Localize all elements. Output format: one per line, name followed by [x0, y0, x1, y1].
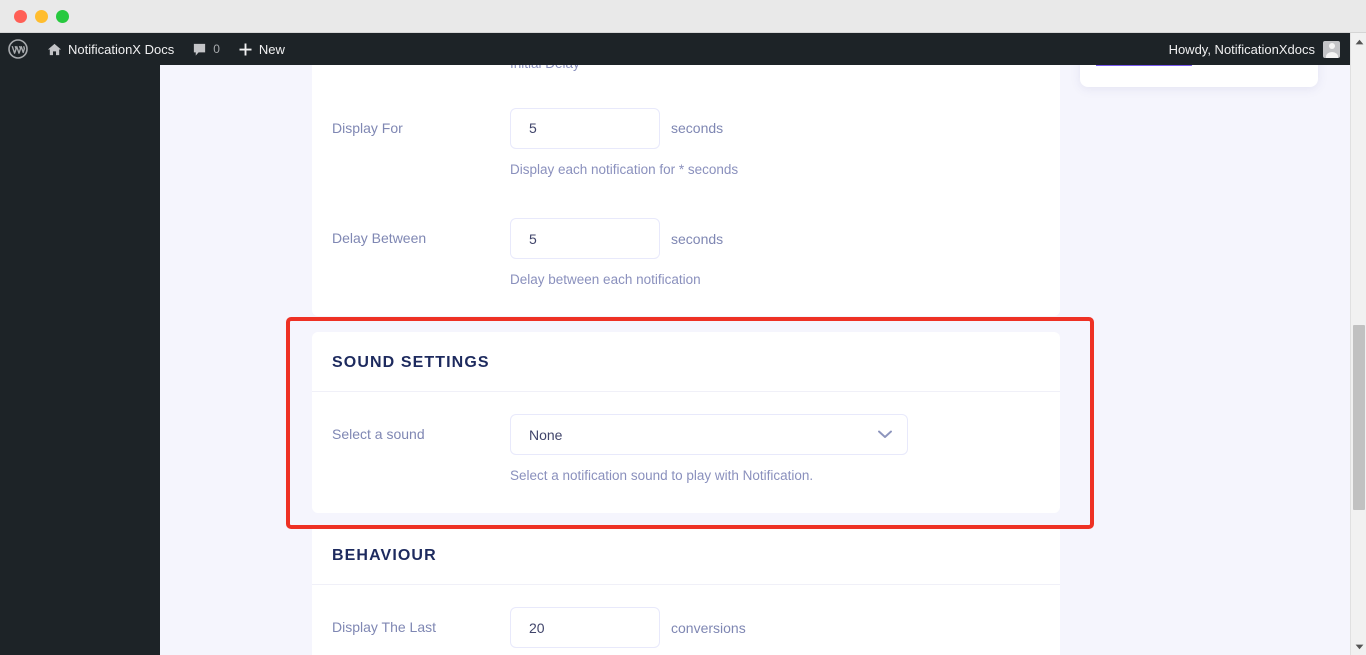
comment-bubble-icon — [192, 42, 207, 57]
select-sound-control: None Select a notification sound to play… — [510, 414, 1060, 485]
sound-settings-body: Select a sound None Select a notificatio… — [312, 392, 1060, 511]
display-the-last-row: Display The Last conversions — [312, 607, 1060, 648]
display-the-last-unit: conversions — [671, 619, 746, 636]
notification-preview-card: Increase Sales in 2020 — [1080, 65, 1318, 87]
user-avatar-icon — [1323, 40, 1340, 58]
delay-between-row: Delay Between seconds Delay between each… — [312, 178, 1060, 289]
delay-between-label: Delay Between — [332, 230, 427, 247]
delay-between-input[interactable] — [510, 218, 660, 260]
behaviour-card: BEHAVIOUR Display The Last conversions — [312, 525, 1060, 655]
traffic-lights — [14, 10, 69, 23]
display-for-control: seconds Display each notification for * … — [510, 107, 1060, 179]
display-the-last-control: conversions — [510, 607, 1060, 648]
home-icon — [47, 42, 62, 57]
initial-delay-help: Initial Delay — [510, 65, 1060, 73]
wp-admin-menu-sidebar[interactable] — [0, 65, 160, 655]
window-maximize-button[interactable] — [56, 10, 69, 23]
site-name-label: NotificationX Docs — [68, 41, 175, 57]
behaviour-header: BEHAVIOUR — [312, 525, 1060, 585]
select-sound-dropdown[interactable]: None — [510, 414, 908, 455]
plus-icon — [238, 42, 253, 57]
wordpress-logo-icon — [8, 39, 28, 59]
section-gap-top — [312, 289, 1060, 314]
delay-between-unit: seconds — [671, 230, 724, 247]
my-account-menu[interactable]: Howdy, NotificationXdocs — [1169, 33, 1366, 65]
initial-delay-control: Initial Delay — [510, 65, 1060, 73]
sound-settings-card: SOUND SETTINGS Select a sound None Selec… — [312, 332, 1060, 513]
settings-content-column: Initial Delay Display For seconds Displa… — [312, 65, 1060, 316]
vertical-scrollbar[interactable] — [1350, 33, 1366, 655]
preview-card-trailing: in 2020 — [1192, 65, 1244, 68]
behaviour-title: BEHAVIOUR — [332, 547, 437, 564]
sound-settings-title: SOUND SETTINGS — [332, 354, 490, 371]
display-for-label: Display For — [332, 119, 403, 136]
display-for-row: Display For seconds Display each notific… — [312, 73, 1060, 179]
display-for-unit: seconds — [671, 120, 724, 137]
display-the-last-input[interactable] — [510, 607, 660, 648]
comments-count: 0 — [213, 42, 220, 56]
window-titlebar — [0, 0, 1366, 33]
select-sound-value: None — [510, 414, 908, 455]
window-minimize-button[interactable] — [35, 10, 48, 23]
window-close-button[interactable] — [14, 10, 27, 23]
howdy-label: Howdy, NotificationXdocs — [1168, 41, 1315, 57]
select-sound-help: Select a notification sound to play with… — [510, 468, 814, 483]
behaviour-body: Display The Last conversions — [312, 585, 1060, 655]
new-content-label: New — [258, 41, 285, 57]
display-for-help: Display each notification for * seconds — [510, 161, 739, 177]
delay-between-help: Delay between each notification — [510, 272, 701, 288]
initial-delay-row: Initial Delay — [312, 65, 1060, 73]
scroll-down-arrow-icon[interactable] — [1351, 638, 1366, 655]
wp-logo-menu[interactable] — [0, 33, 38, 65]
preview-card-text: Increase Sales in 2020 — [1096, 65, 1302, 71]
wp-admin-bar: NotificationX Docs 0 New Howdy, Notifica… — [0, 33, 1366, 65]
select-sound-label: Select a sound — [332, 426, 425, 442]
scroll-thumb[interactable] — [1353, 325, 1365, 510]
sound-settings-header: SOUND SETTINGS — [312, 332, 1060, 392]
preview-card-link[interactable]: Increase Sales — [1096, 65, 1192, 68]
new-content-menu[interactable]: New — [229, 33, 294, 65]
site-name-menu[interactable]: NotificationX Docs — [38, 33, 183, 65]
scroll-up-arrow-icon[interactable] — [1351, 33, 1366, 50]
select-sound-row: Select a sound None Select a notificatio… — [312, 414, 1060, 485]
page-canvas: Increase Sales in 2020 Initial Delay Dis… — [160, 65, 1350, 655]
display-for-input[interactable] — [510, 107, 660, 149]
display-the-last-label: Display The Last — [332, 619, 437, 635]
comments-menu[interactable]: 0 — [183, 33, 229, 65]
delay-between-control: seconds Delay between each notification — [510, 218, 1060, 289]
